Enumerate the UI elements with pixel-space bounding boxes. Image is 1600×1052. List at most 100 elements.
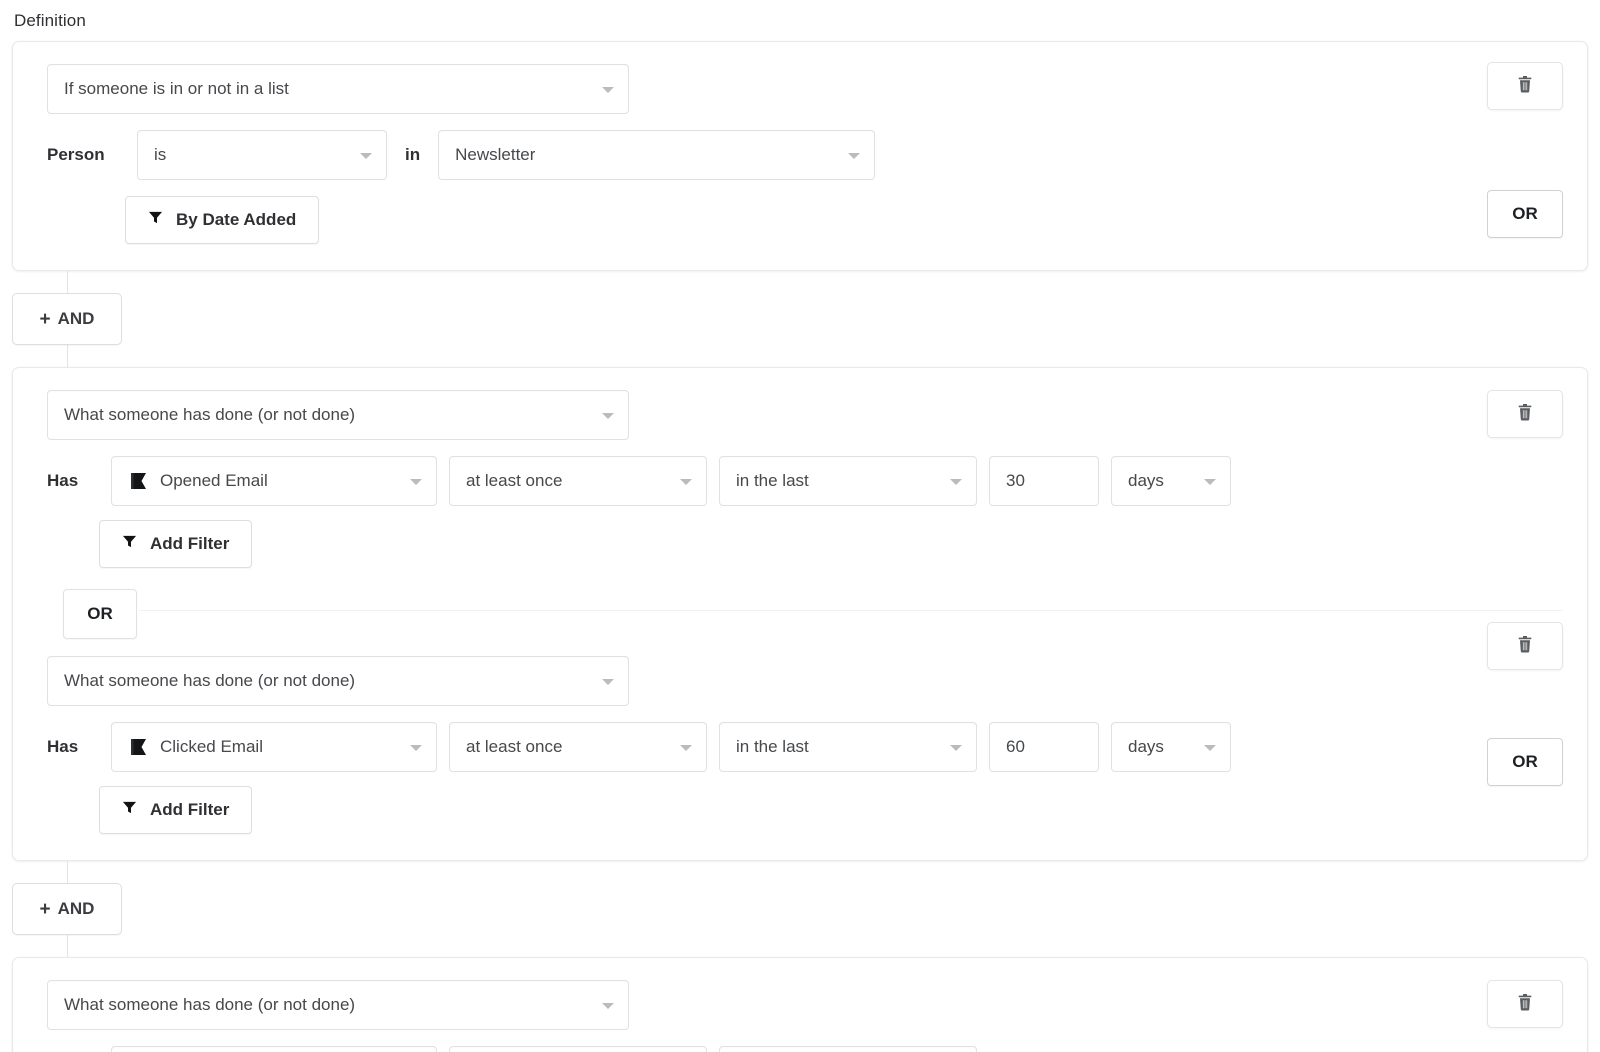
trash-icon bbox=[1517, 75, 1533, 98]
add-filter-button[interactable]: Add Filter bbox=[99, 520, 252, 568]
metric-select[interactable]: Clicked Email bbox=[111, 722, 437, 772]
and-connector-2: + AND bbox=[12, 861, 1588, 957]
group-type-select[interactable]: What someone has done (or not done) bbox=[47, 390, 629, 440]
subgroup-opened-email: What someone has done (or not done) Has bbox=[47, 390, 1563, 568]
chevron-down-icon bbox=[950, 745, 962, 751]
chevron-down-icon bbox=[1204, 479, 1216, 485]
list-condition-row: Person is in Newsletter bbox=[47, 130, 1563, 180]
timeframe-select[interactable]: in the last bbox=[719, 456, 977, 506]
person-label: Person bbox=[47, 145, 125, 165]
plus-icon: + bbox=[40, 310, 51, 329]
add-filter-label: Add Filter bbox=[150, 534, 229, 554]
group-or-label: OR bbox=[1512, 204, 1538, 224]
funnel-icon bbox=[122, 534, 137, 554]
segment-definition-page: Definition If someone is in or not in a … bbox=[0, 0, 1600, 1052]
and-connector-1: + AND bbox=[12, 271, 1588, 367]
frequency-value: at least once bbox=[466, 737, 562, 757]
delete-group-button[interactable] bbox=[1487, 980, 1563, 1028]
chevron-down-icon bbox=[602, 413, 614, 419]
frequency-select[interactable]: at least once bbox=[449, 456, 707, 506]
page-title: Definition bbox=[0, 0, 1600, 31]
chevron-down-icon bbox=[602, 87, 614, 93]
activity-condition-row: Has Opened Email at least once bbox=[47, 456, 1563, 506]
chevron-down-icon bbox=[680, 745, 692, 751]
chevron-down-icon bbox=[680, 479, 692, 485]
frequency-value: at least once bbox=[466, 471, 562, 491]
group-type-value: What someone has done (or not done) bbox=[64, 995, 355, 1015]
timeframe-select[interactable]: over all time bbox=[719, 1046, 977, 1052]
group-or-button[interactable]: OR bbox=[1487, 738, 1563, 786]
subgroup-clicked-email: What someone has done (or not done) Has bbox=[47, 656, 1563, 834]
activity-condition-row: Has Placed Order zero times bbox=[47, 1046, 1563, 1052]
group-type-select[interactable]: What someone has done (or not done) bbox=[47, 980, 629, 1030]
timeframe-value: in the last bbox=[736, 471, 809, 491]
frequency-select[interactable]: at least once bbox=[449, 722, 707, 772]
chevron-down-icon bbox=[848, 153, 860, 159]
condition-group-list: If someone is in or not in a list Person… bbox=[12, 41, 1588, 271]
group-type-row: What someone has done (or not done) bbox=[47, 980, 1563, 1030]
add-filter-label: Add Filter bbox=[150, 800, 229, 820]
activity-condition-row: Has Clicked Email at least once bbox=[47, 722, 1563, 772]
add-and-label: AND bbox=[58, 899, 95, 919]
funnel-icon bbox=[148, 210, 163, 230]
metric-value: Clicked Email bbox=[160, 737, 263, 757]
frequency-select[interactable]: zero times bbox=[449, 1046, 707, 1052]
timeframe-select[interactable]: in the last bbox=[719, 722, 977, 772]
units-select[interactable]: days bbox=[1111, 722, 1231, 772]
delete-group-button[interactable] bbox=[1487, 62, 1563, 110]
units-select[interactable]: days bbox=[1111, 456, 1231, 506]
group-type-value: What someone has done (or not done) bbox=[64, 405, 355, 425]
trash-icon bbox=[1517, 635, 1533, 658]
delete-subgroup-button-b[interactable] bbox=[1487, 622, 1563, 670]
group-type-row: If someone is in or not in a list bbox=[47, 64, 1563, 114]
klaviyo-flag-icon bbox=[128, 470, 150, 492]
amount-input[interactable] bbox=[989, 722, 1099, 772]
in-label: in bbox=[399, 145, 426, 165]
chevron-down-icon bbox=[360, 153, 372, 159]
group-type-value: If someone is in or not in a list bbox=[64, 79, 289, 99]
has-label: Has bbox=[47, 737, 99, 757]
divider-line bbox=[139, 610, 1563, 611]
group-type-select[interactable]: If someone is in or not in a list bbox=[47, 64, 629, 114]
trash-icon bbox=[1517, 993, 1533, 1016]
add-filter-row: Add Filter bbox=[47, 786, 1563, 834]
chevron-down-icon bbox=[410, 745, 422, 751]
condition-group-activity-1: What someone has done (or not done) Has bbox=[12, 367, 1588, 861]
units-value: days bbox=[1128, 471, 1164, 491]
list-select[interactable]: Newsletter bbox=[438, 130, 875, 180]
subgroup-or-button[interactable]: OR bbox=[63, 589, 137, 639]
add-and-label: AND bbox=[58, 309, 95, 329]
timeframe-value: in the last bbox=[736, 737, 809, 757]
chevron-down-icon bbox=[602, 679, 614, 685]
delete-subgroup-button-a[interactable] bbox=[1487, 390, 1563, 438]
subgroup-or-label: OR bbox=[87, 604, 113, 624]
add-and-button[interactable]: + AND bbox=[12, 883, 122, 935]
trash-icon bbox=[1517, 403, 1533, 426]
person-operator-select[interactable]: is bbox=[137, 130, 387, 180]
plus-icon: + bbox=[40, 900, 51, 919]
add-and-button[interactable]: + AND bbox=[12, 293, 122, 345]
subgroup-or-divider: OR bbox=[47, 588, 1563, 640]
chevron-down-icon bbox=[602, 1003, 614, 1009]
chevron-down-icon bbox=[950, 479, 962, 485]
metric-select[interactable]: Opened Email bbox=[111, 456, 437, 506]
add-filter-row: Add Filter bbox=[47, 520, 1563, 568]
by-date-added-label: By Date Added bbox=[176, 210, 296, 230]
funnel-icon bbox=[122, 800, 137, 820]
has-label: Has bbox=[47, 471, 99, 491]
add-filter-button[interactable]: Add Filter bbox=[99, 786, 252, 834]
chevron-down-icon bbox=[1204, 745, 1216, 751]
metric-select[interactable]: Placed Order bbox=[111, 1046, 437, 1052]
group-type-row: What someone has done (or not done) bbox=[47, 390, 1563, 440]
metric-value: Opened Email bbox=[160, 471, 268, 491]
chevron-down-icon bbox=[410, 479, 422, 485]
by-date-added-button[interactable]: By Date Added bbox=[125, 196, 319, 244]
list-filter-row: By Date Added bbox=[47, 196, 1563, 244]
group-or-button[interactable]: OR bbox=[1487, 190, 1563, 238]
group-type-select[interactable]: What someone has done (or not done) bbox=[47, 656, 629, 706]
group-type-row: What someone has done (or not done) bbox=[47, 656, 1563, 706]
condition-group-activity-2: What someone has done (or not done) Has bbox=[12, 957, 1588, 1052]
units-value: days bbox=[1128, 737, 1164, 757]
list-value: Newsletter bbox=[455, 145, 535, 165]
amount-input[interactable] bbox=[989, 456, 1099, 506]
